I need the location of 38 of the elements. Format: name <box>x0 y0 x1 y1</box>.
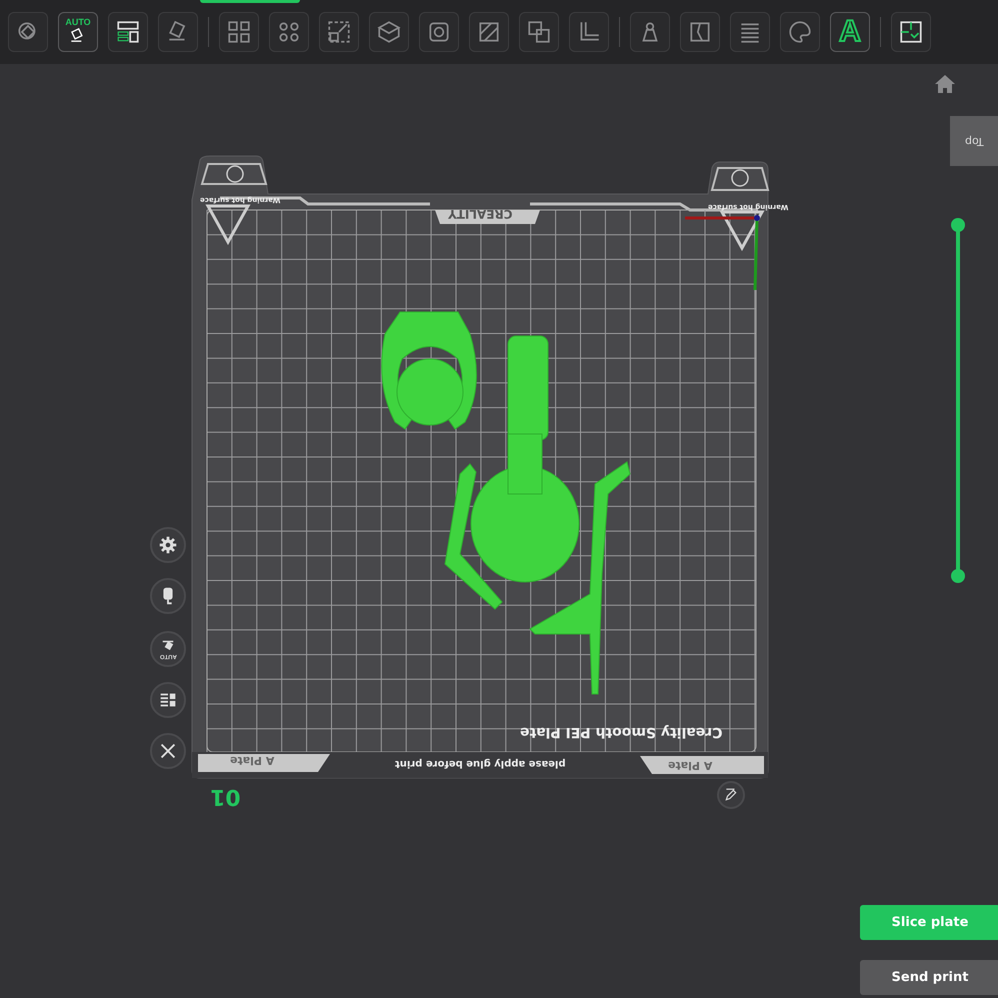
close-button[interactable] <box>150 733 186 769</box>
grid-icon <box>226 19 252 45</box>
arrange-tool-button[interactable] <box>108 12 148 52</box>
dots-tool-button[interactable] <box>269 12 309 52</box>
send-button[interactable]: Send print <box>860 960 998 995</box>
text-tool-button[interactable]: A <box>830 12 870 52</box>
plate-edit-button[interactable] <box>717 781 745 809</box>
settings-icon <box>157 534 179 556</box>
corner-tool-button[interactable] <box>569 12 609 52</box>
plate-tab-label: A Plate <box>230 754 274 767</box>
shape-tool-button[interactable] <box>8 12 48 52</box>
pawn-tool-button[interactable] <box>630 12 670 52</box>
slider-thumb[interactable] <box>951 569 965 583</box>
palette-icon <box>787 19 813 45</box>
arrange-icon <box>115 19 141 45</box>
palette-tool-button[interactable] <box>780 12 820 52</box>
brand-label: CREALITY <box>448 207 513 221</box>
overlap-tool-button[interactable] <box>519 12 559 52</box>
box-tool-button[interactable] <box>369 12 409 52</box>
plate-name: Creality Smooth PEI Plate <box>520 724 722 740</box>
plate-tab-label: A Plate <box>668 759 712 772</box>
scale-tool-button[interactable] <box>319 12 359 52</box>
home-icon[interactable] <box>934 74 956 94</box>
slider-thumb[interactable] <box>951 218 965 232</box>
scale-icon <box>326 19 352 45</box>
mouse-button[interactable] <box>150 578 186 614</box>
overlap-icon <box>526 19 552 45</box>
settings-button[interactable] <box>150 527 186 563</box>
box-icon <box>376 19 402 45</box>
pencil-icon <box>724 788 738 802</box>
grid-tool-button[interactable] <box>219 12 259 52</box>
list-button[interactable] <box>150 682 186 718</box>
view-cube[interactable]: Top <box>950 116 998 166</box>
plate-number: 01 <box>210 784 241 809</box>
notice-text: please apply glue before print <box>395 758 566 769</box>
lines-tool-button[interactable] <box>730 12 770 52</box>
orient-tool-button[interactable]: AUTO <box>58 12 98 52</box>
slash-tool-button[interactable] <box>469 12 509 52</box>
